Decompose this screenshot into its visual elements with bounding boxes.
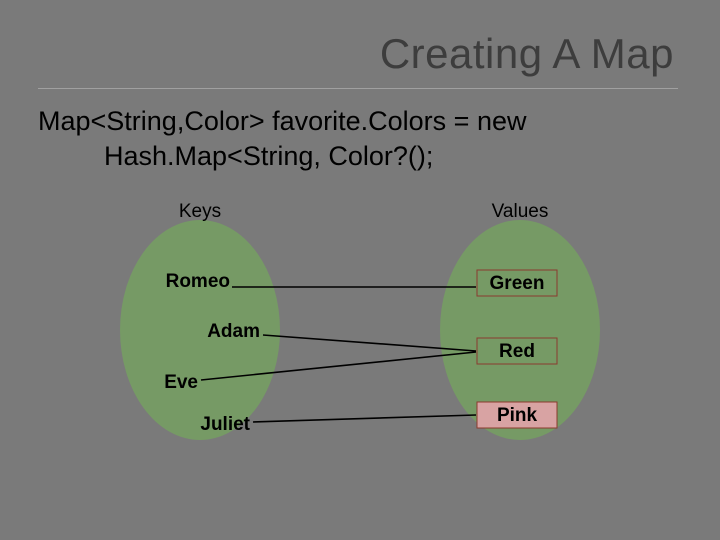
key-eve: Eve <box>164 372 198 393</box>
code-line-2: Hash.Map<String, Color?(); <box>38 139 526 174</box>
values-header: Values <box>492 201 549 222</box>
keys-header: Keys <box>179 201 221 222</box>
value-red: Red <box>499 341 535 362</box>
key-romeo: Romeo <box>166 271 230 292</box>
edge-juliet-pink <box>253 415 476 422</box>
value-pink: Pink <box>497 405 538 426</box>
slide-title: Creating A Map <box>380 30 674 78</box>
title-underline <box>38 88 678 89</box>
key-juliet: Juliet <box>200 414 250 435</box>
code-block: Map<String,Color> favorite.Colors = new … <box>38 104 526 173</box>
key-adam: Adam <box>207 321 260 342</box>
code-line-1: Map<String,Color> favorite.Colors = new <box>38 104 526 139</box>
map-diagram: Keys Values Romeo Adam Eve Juliet Green … <box>0 190 720 540</box>
value-green: Green <box>490 273 545 294</box>
